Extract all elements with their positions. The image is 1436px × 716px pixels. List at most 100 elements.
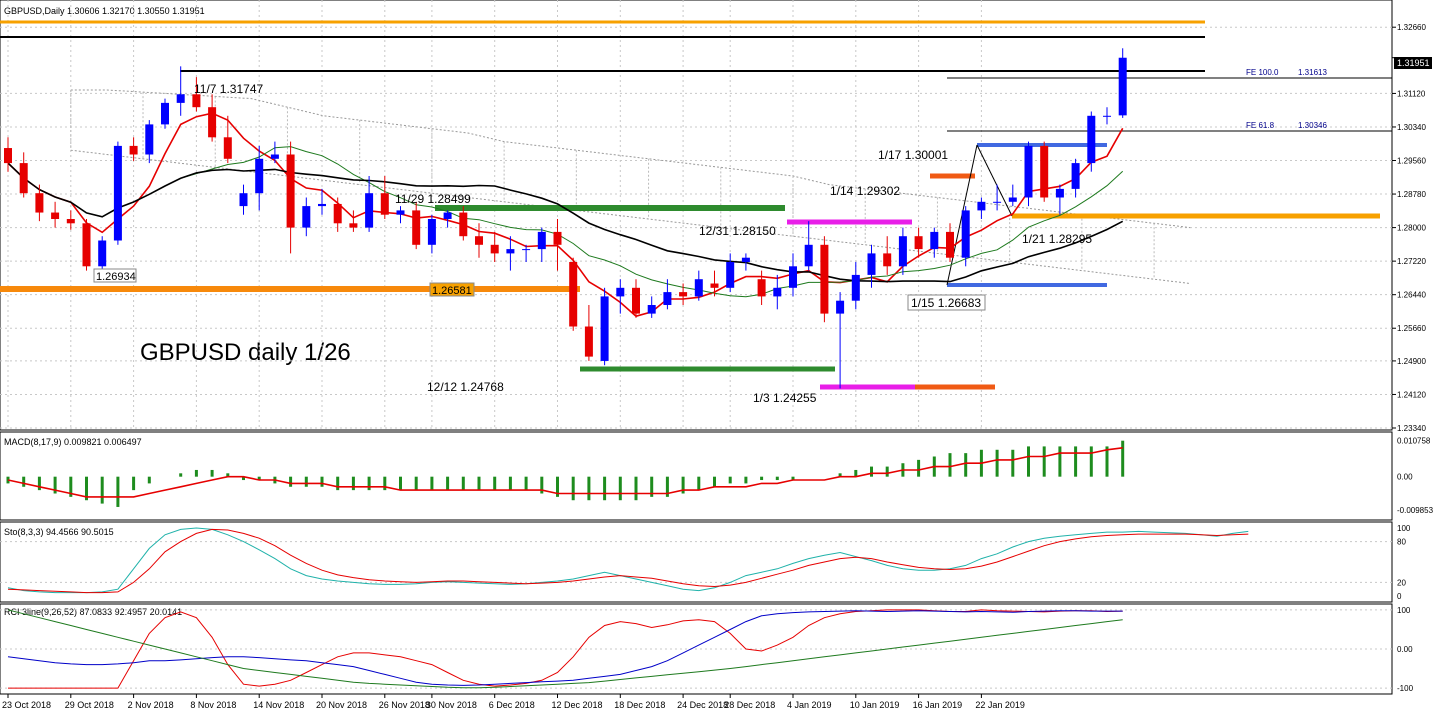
macd-panel: MACD(8,17,9) 0.009821 0.006497 0.0107580… bbox=[0, 431, 1434, 521]
candle-body bbox=[647, 305, 656, 314]
candle-body bbox=[851, 274, 860, 301]
candle-body bbox=[302, 206, 311, 228]
label-117-jan: 1/17 1.30001 bbox=[878, 148, 948, 162]
candle-body bbox=[208, 107, 217, 138]
candle-body bbox=[773, 287, 782, 297]
x-tick-label: 10 Jan 2019 bbox=[850, 700, 900, 710]
x-tick-label: 6 Dec 2018 bbox=[489, 700, 535, 710]
x-tick-label: 16 Jan 2019 bbox=[913, 700, 963, 710]
candle-body bbox=[679, 292, 688, 297]
candle-body bbox=[1087, 115, 1096, 164]
label-126581: 1.26581 bbox=[432, 285, 472, 297]
x-tick-label: 2 Nov 2018 bbox=[128, 700, 174, 710]
date-axis: 23 Oct 2018 29 Oct 2018 2 Nov 2018 8 Nov 20… bbox=[2, 694, 1025, 710]
price-tick-label: 1.29560 bbox=[1397, 157, 1426, 166]
candle-body bbox=[914, 236, 923, 250]
candle-body bbox=[600, 296, 609, 361]
fe100-value: 1.31613 bbox=[1298, 68, 1327, 77]
candle-body bbox=[427, 219, 436, 245]
label-1129: 11/29 1.28499 bbox=[395, 192, 471, 206]
candle-body bbox=[616, 287, 625, 297]
fe100-name: FE 100.0 bbox=[1246, 68, 1279, 77]
candle-body bbox=[66, 219, 75, 224]
x-tick-label: 14 Nov 2018 bbox=[253, 700, 304, 710]
price-tick-label: 1.26440 bbox=[1397, 291, 1426, 300]
label-114: 1/14 1.29302 bbox=[830, 184, 900, 198]
candle-body bbox=[129, 145, 138, 155]
candle-body bbox=[286, 154, 295, 228]
candle-body bbox=[553, 231, 562, 245]
price-tick-label: 1.28780 bbox=[1397, 190, 1426, 199]
rci-tick-label: 0.00 bbox=[1397, 645, 1413, 654]
x-tick-label: 30 Nov 2018 bbox=[426, 700, 477, 710]
candle-body bbox=[569, 262, 578, 327]
candle-body bbox=[1118, 57, 1127, 116]
candle-body bbox=[1024, 145, 1033, 198]
candle-body bbox=[459, 212, 468, 237]
candle-body bbox=[898, 236, 907, 267]
candle-body bbox=[506, 249, 515, 254]
candle-body bbox=[930, 231, 939, 250]
chart-annotation: GBPUSD daily 1/26 bbox=[140, 339, 351, 366]
candle-body bbox=[255, 158, 264, 194]
x-tick-label: 12 Dec 2018 bbox=[552, 700, 603, 710]
candle-body bbox=[1103, 115, 1111, 117]
rci-panel: RCI 3line(9,26,52) 87.0833 92.4957 20.01… bbox=[0, 603, 1414, 695]
price-tick-label: 1.32660 bbox=[1397, 23, 1426, 32]
label-121: 1/21 1.28295 bbox=[1022, 232, 1092, 246]
candle-body bbox=[522, 249, 531, 251]
candle-body bbox=[757, 279, 766, 297]
candle-body bbox=[98, 240, 107, 267]
rci-tick-label: -100 bbox=[1397, 684, 1414, 693]
rci-tick-label: 100 bbox=[1397, 606, 1411, 615]
candle-body bbox=[537, 231, 546, 250]
sto-axis: 100 80 20 0 bbox=[1397, 524, 1411, 601]
price-tick-label: 1.27220 bbox=[1397, 257, 1426, 266]
candle-body bbox=[270, 154, 279, 159]
candle-body bbox=[365, 193, 374, 228]
candle-body bbox=[804, 244, 813, 267]
candle-body bbox=[349, 223, 358, 228]
label-117: 11/7 1.31747 bbox=[194, 82, 264, 96]
candle-body bbox=[51, 212, 60, 219]
fe618-value: 1.30346 bbox=[1298, 121, 1327, 130]
candle-body bbox=[836, 300, 845, 314]
sto-tick-label: 100 bbox=[1397, 524, 1411, 533]
candle-body bbox=[223, 137, 232, 159]
candle-body bbox=[946, 231, 954, 258]
macd-tick-label: 0.010758 bbox=[1397, 436, 1431, 445]
sto-title: Sto(8,3,3) 94.4566 90.5015 bbox=[4, 527, 114, 537]
price-tick-label: 1.25660 bbox=[1397, 324, 1426, 333]
candle-body bbox=[867, 253, 876, 275]
candle-body bbox=[789, 266, 797, 288]
candle-body bbox=[4, 148, 12, 164]
label-1231: 12/31 1.28150 bbox=[699, 224, 776, 238]
price-axis: 1.32660 1.31120 1.30340 1.29560 1.28780 1.280… bbox=[1392, 23, 1426, 433]
label-1212: 12/12 1.24768 bbox=[427, 380, 504, 394]
x-tick-label: 26 Nov 2018 bbox=[379, 700, 430, 710]
x-tick-label: 18 Dec 2018 bbox=[614, 700, 665, 710]
candle-body bbox=[820, 244, 829, 314]
sto-tick-label: 20 bbox=[1397, 578, 1406, 587]
candle-body bbox=[145, 124, 154, 155]
candle-body bbox=[412, 210, 421, 245]
price-tick-label: 1.30340 bbox=[1397, 123, 1426, 132]
price-tick-label: 1.28000 bbox=[1397, 224, 1426, 233]
candle-body bbox=[443, 212, 452, 219]
candle-body bbox=[396, 210, 405, 215]
candle-body bbox=[1071, 163, 1080, 189]
candle-body bbox=[113, 145, 122, 241]
x-tick-label: 29 Oct 2018 bbox=[65, 700, 114, 710]
candle-body bbox=[318, 203, 326, 207]
price-tick-label: 1.24120 bbox=[1397, 390, 1426, 399]
sto-tick-label: 80 bbox=[1397, 538, 1406, 547]
stochastic-panel: Sto(8,3,3) 94.4566 90.5015 100 80 20 0 bbox=[0, 521, 1411, 603]
x-tick-label: 20 Nov 2018 bbox=[316, 700, 367, 710]
sto-tick-label: 0 bbox=[1397, 592, 1402, 601]
candle-body bbox=[741, 257, 750, 263]
main-title: GBPUSD,Daily 1.30606 1.32170 1.30550 1.3… bbox=[4, 6, 205, 16]
fe618-name: FE 61.8 bbox=[1246, 121, 1275, 130]
gbpusd-chart: GBPUSD,Daily 1.30606 1.32170 1.30550 1.3… bbox=[0, 0, 1434, 710]
macd-tick-label: -0.009853 bbox=[1397, 506, 1434, 515]
x-tick-label: 23 Oct 2018 bbox=[2, 700, 51, 710]
